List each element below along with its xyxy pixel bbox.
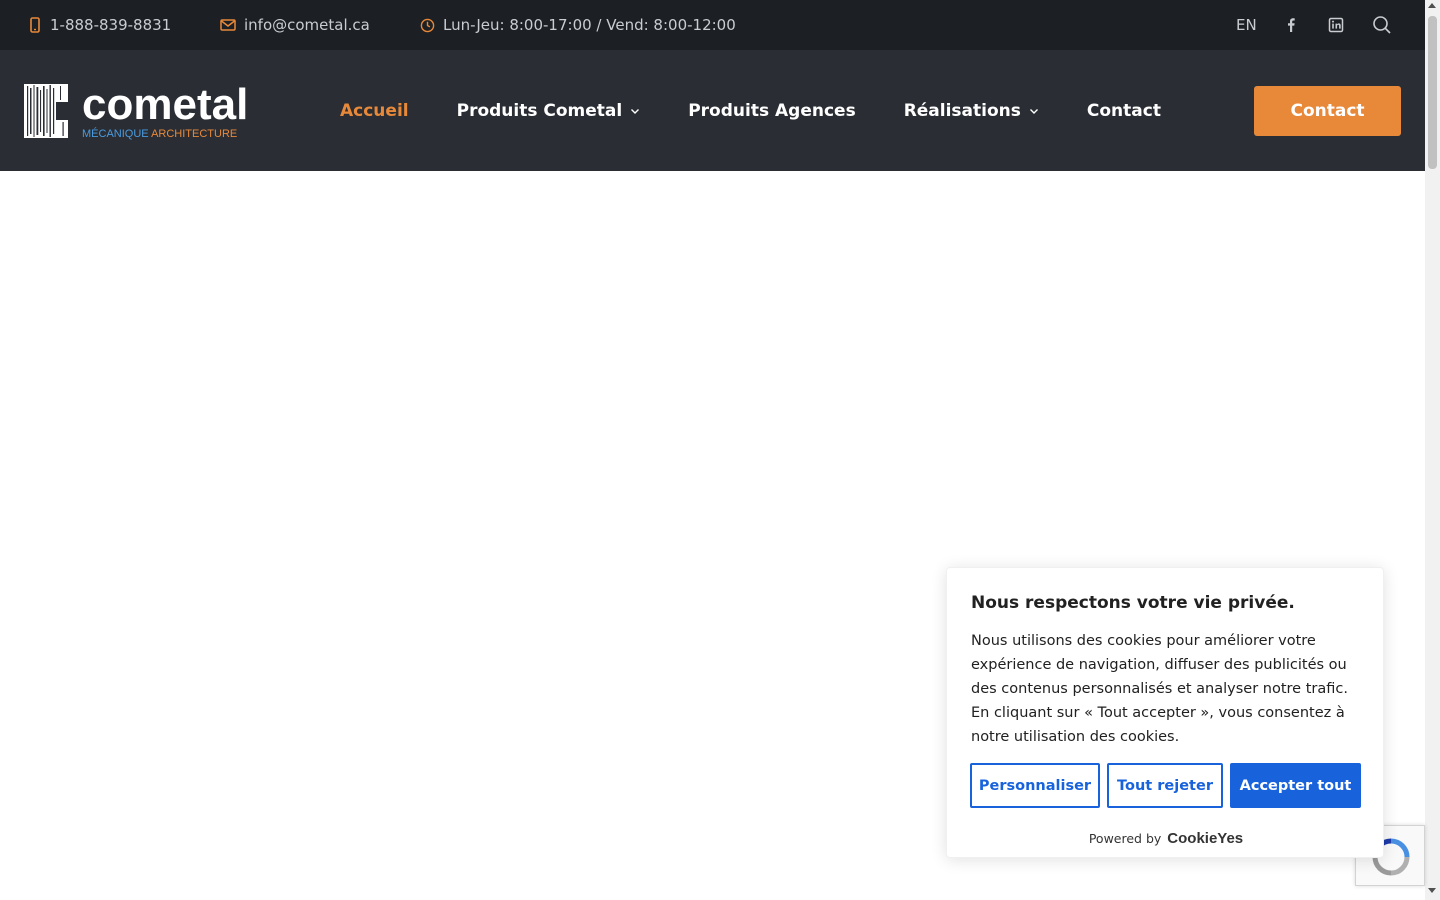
facebook-link[interactable] [1284, 0, 1298, 50]
nav-item-contact[interactable]: Contact [1087, 101, 1161, 121]
scrollbar-thumb[interactable] [1428, 16, 1437, 169]
customize-button[interactable]: Personnaliser [970, 763, 1100, 808]
language-label: EN [1236, 16, 1257, 34]
powered-by-label: Powered by [1088, 831, 1162, 846]
contact-cta-button[interactable]: Contact [1254, 86, 1401, 136]
cookieyes-logo[interactable]: CookieYes [1167, 830, 1243, 847]
nav-label: Réalisations [903, 100, 1021, 121]
email-address: info@cometal.ca [244, 16, 370, 34]
reject-all-button[interactable]: Tout rejeter [1107, 763, 1223, 808]
mail-icon [220, 19, 236, 31]
nav-label: Contact [1086, 100, 1161, 121]
accept-all-button[interactable]: Accepter tout [1230, 763, 1361, 808]
logo-tagline: MÉCANIQUE ARCHITECTURE [82, 128, 248, 140]
phone-number: 1-888-839-8831 [50, 16, 172, 34]
clock-icon [420, 18, 435, 32]
page-scrollbar[interactable] [1425, 0, 1440, 900]
facebook-icon [1288, 18, 1295, 32]
logo-wordmark: cometal [82, 80, 249, 129]
linkedin-icon [1328, 17, 1344, 33]
search-icon [1373, 16, 1391, 34]
logo-text: cometal MÉCANIQUE ARCHITECTURE [82, 80, 249, 141]
nav-item-produits-agences[interactable]: Produits Agences [688, 101, 855, 121]
opening-hours: Lun-Jeu: 8:00-17:00 / Vend: 8:00-12:00 [420, 0, 736, 50]
linkedin-link[interactable] [1328, 0, 1344, 50]
search-button[interactable] [1372, 0, 1392, 50]
chevron-down-icon [631, 108, 640, 114]
hours-text: Lun-Jeu: 8:00-17:00 / Vend: 8:00-12:00 [443, 16, 736, 34]
powered-by: Powered by CookieYes [947, 830, 1385, 847]
cookie-consent-banner: Nous respectons votre vie privée. Nous u… [946, 567, 1384, 858]
nav-item-produits-cometal[interactable]: Produits Cometal [457, 101, 641, 121]
nav-item-accueil[interactable]: Accueil [340, 101, 409, 121]
language-switch[interactable]: EN [1236, 0, 1257, 50]
phone-icon [30, 17, 40, 33]
top-bar: 1-888-839-8831 info@cometal.ca Lun-Jeu: … [0, 0, 1425, 50]
cookie-title: Nous respectons votre vie privée. [971, 593, 1295, 613]
page: 1-888-839-8831 info@cometal.ca Lun-Jeu: … [0, 0, 1440, 900]
chevron-down-icon [1029, 108, 1038, 114]
phone-link[interactable]: 1-888-839-8831 [28, 0, 171, 50]
logo[interactable]: cometal MÉCANIQUE ARCHITECTURE [24, 80, 256, 141]
nav-item-realisations[interactable]: Réalisations [904, 101, 1039, 121]
nav-label: Produits Cometal [456, 100, 623, 121]
logo-tagline-architecture: ARCHITECTURE [151, 128, 238, 140]
scroll-up-arrow-icon[interactable] [1428, 3, 1436, 8]
cookie-description: Nous utilisons des cookies pour améliore… [971, 633, 1348, 745]
logo-tagline-mecanique: MÉCANIQUE [82, 128, 149, 140]
email-link[interactable]: info@cometal.ca [220, 0, 370, 50]
nav-label: Accueil [340, 100, 409, 121]
nav-label: Produits Agences [688, 100, 856, 121]
cometal-logo-mark-icon [24, 84, 68, 138]
main-header: cometal MÉCANIQUE ARCHITECTURE Accueil P… [0, 50, 1425, 171]
scroll-down-arrow-icon[interactable] [1428, 888, 1436, 893]
main-nav: Accueil Produits Cometal Produits Agence… [340, 50, 1209, 171]
